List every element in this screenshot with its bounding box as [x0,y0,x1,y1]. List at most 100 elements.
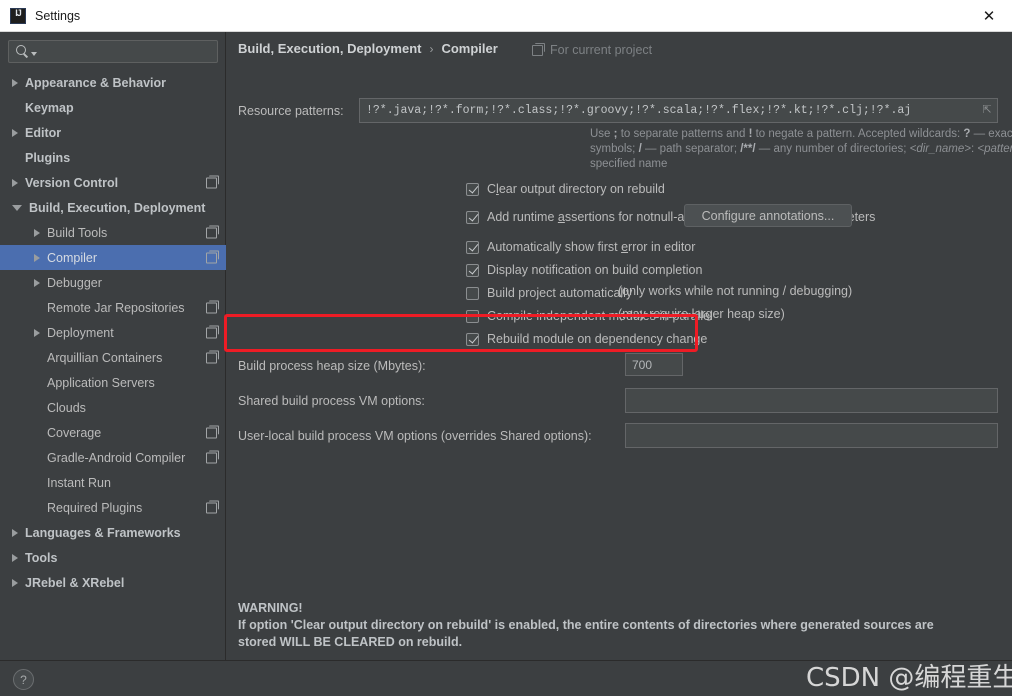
sidebar-item-label: Compiler [47,250,98,265]
hint-doublestar: /**/ [740,143,756,155]
chevron-down-icon[interactable] [31,51,37,56]
checkbox-row-build-project-automatically[interactable]: Build project automatically [466,284,632,302]
sidebar-item-keymap[interactable]: Keymap [0,95,226,120]
sidebar-item-jrebel-xrebel[interactable]: JRebel & XRebel [0,570,226,595]
sidebar-item-tools[interactable]: Tools [0,545,226,570]
checkbox-display-notification-on-build-completion[interactable] [466,263,479,277]
for-current-project-label: For current project [550,43,653,57]
project-scope-icon [206,350,219,363]
hint-part: to negate a pattern. Accepted wildcards: [752,128,964,140]
project-scope-icon [206,500,219,513]
project-scope-icon [206,175,219,188]
sidebar-item-appearance-behavior[interactable]: Appearance & Behavior [0,70,226,95]
shared-vm-options-input[interactable] [625,388,998,413]
sidebar-item-plugins[interactable]: Plugins [0,145,226,170]
sidebar-item-languages-frameworks[interactable]: Languages & Frameworks [0,520,226,545]
window-title: Settings [35,8,81,23]
hint-part: Use [590,128,614,140]
sidebar-item-required-plugins[interactable]: Required Plugins [0,495,226,520]
label-part: Add runtime [487,210,558,224]
sidebar-item-build-execution-deployment[interactable]: Build, Execution, Deployment [0,195,226,220]
sidebar-item-instant-run[interactable]: Instant Run [0,470,226,495]
chevron-right-icon[interactable] [34,228,40,237]
search-input[interactable] [8,40,218,63]
user-local-vm-options-input[interactable] [625,423,998,448]
chevron-down-icon[interactable] [12,204,22,211]
configure-annotations-button[interactable]: Configure annotations... [684,204,852,227]
sidebar-item-compiler[interactable]: Compiler [0,245,226,270]
heap-size-input[interactable]: 700 [625,353,683,376]
checkbox-row-rebuild-module-on-dependency-change[interactable]: Rebuild module on dependency change [466,330,707,348]
breadcrumb-root[interactable]: Build, Execution, Deployment [238,41,421,56]
sidebar-item-debugger[interactable]: Debugger [0,270,226,295]
project-scope-icon [206,300,219,313]
checkbox-build-project-automatically[interactable] [466,286,479,300]
sidebar-item-label: Build Tools [47,225,108,240]
sidebar-item-label: Version Control [25,175,119,190]
label-part: Automatically show first [487,240,622,254]
sidebar-item-label: Keymap [25,100,74,115]
sidebar-item-build-tools[interactable]: Build Tools [0,220,226,245]
help-icon[interactable]: ? [13,669,34,690]
hint-part: — path separator; [641,143,741,155]
label-part: rror in editor [628,240,696,254]
chevron-right-icon[interactable] [12,553,18,562]
checkbox-auto-show-first-error[interactable] [466,240,479,254]
checkbox-label: Build project automatically [487,286,632,300]
sidebar-item-arquillian-containers[interactable]: Arquillian Containers [0,345,226,370]
sidebar-item-label: JRebel & XRebel [25,575,125,590]
sidebar-item-coverage[interactable]: Coverage [0,420,226,445]
checkbox-label: Rebuild module on dependency change [487,332,707,346]
checkbox-row-display-notification-on-build-completion[interactable]: Display notification on build completion [466,261,702,279]
checkbox-rebuild-module-on-dependency-change[interactable] [466,332,479,346]
checkbox-row-clear-output-directory-on-rebuild[interactable]: Clear output directory on rebuild [466,180,665,198]
resource-patterns-label: Resource patterns: [238,104,344,118]
sidebar-item-label: Languages & Frameworks [25,525,181,540]
close-icon[interactable]: ✕ [966,0,1012,31]
chevron-right-icon[interactable] [12,528,18,537]
sidebar-item-deployment[interactable]: Deployment [0,320,226,345]
search-icon [15,44,30,59]
label-mnemonic: e [621,240,629,254]
checkbox-label: Automatically show first error in editor [487,240,695,254]
checkbox-compile-independent-modules-in-parallel[interactable] [466,309,479,323]
sidebar-item-clouds[interactable]: Clouds [0,395,226,420]
expand-field-icon[interactable]: ⇱ [981,105,993,117]
intellij-idea-icon [10,7,26,24]
checkbox-label: Display notification on build completion [487,263,702,277]
sidebar-item-gradle-android-compiler[interactable]: Gradle-Android Compiler [0,445,226,470]
chevron-right-icon[interactable] [34,328,40,337]
checkbox-add-runtime-assertions[interactable] [466,210,479,224]
project-scope-icon [206,225,219,238]
dialog-footer: ? OK Cancel Apply [0,660,1012,696]
sidebar-item-version-control[interactable]: Version Control [0,170,226,195]
resource-patterns-input[interactable]: !?*.java;!?*.form;!?*.class;!?*.groovy;!… [359,98,998,123]
hint-part: — exactly one symbol; [973,128,1012,140]
chevron-right-icon[interactable] [12,178,18,187]
checkbox-clear-output-directory-on-rebuild[interactable] [466,182,479,196]
checkbox-row-auto-show-first-error[interactable]: Automatically show first error in editor [466,238,695,256]
chevron-right-icon[interactable] [12,128,18,137]
chevron-right-icon[interactable] [12,578,18,587]
sidebar-item-label: Editor [25,125,62,140]
sidebar-item-editor[interactable]: Editor [0,120,226,145]
build-automatically-note: (only works while not running / debuggin… [618,284,853,298]
project-scope-icon [532,42,545,56]
compiler-settings-panel: Build, Execution, Deployment › Compiler … [227,32,1012,660]
label-part: Display notification on build completion [487,263,703,277]
sidebar-item-label: Application Servers [47,375,155,390]
chevron-right-icon[interactable] [34,278,40,287]
sidebar-item-label: Deployment [47,325,114,340]
project-scope-icon [206,325,219,338]
project-scope-icon [206,250,219,263]
chevron-right-icon[interactable] [12,78,18,87]
sidebar-item-label: Appearance & Behavior [25,75,167,90]
project-scope-icon [206,425,219,438]
sidebar-item-application-servers[interactable]: Application Servers [0,370,226,395]
heap-size-label: Build process heap size (Mbytes): [238,359,426,373]
sidebar-item-remote-jar-repositories[interactable]: Remote Jar Repositories [0,295,226,320]
resource-patterns-hint: Use ; to separate patterns and ! to nega… [590,127,1012,172]
sidebar-item-label: Required Plugins [47,500,143,515]
chevron-right-icon[interactable] [34,253,40,262]
sidebar-item-label: Coverage [47,425,102,440]
